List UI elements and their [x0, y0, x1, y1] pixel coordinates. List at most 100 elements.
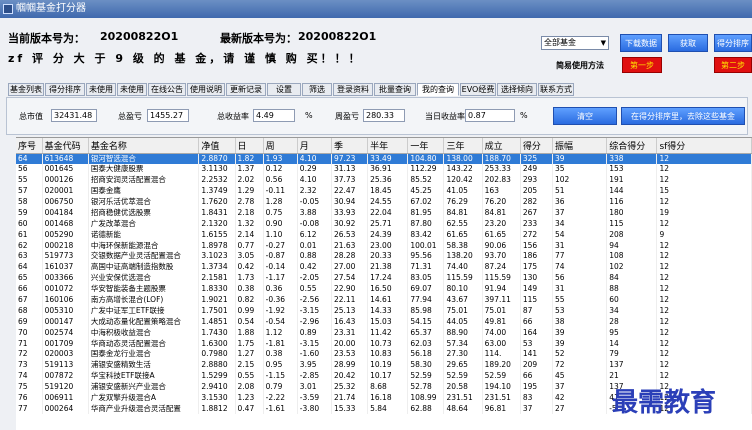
- table-row[interactable]: 58 006750 银河乐活优萃混合 1.7620 2.78 1.28 -0.05 30.94…: [16, 196, 752, 208]
- tab-score-sort[interactable]: 得分排序: [45, 83, 85, 96]
- col-amplitude[interactable]: 振幅: [552, 138, 608, 154]
- download-data-button[interactable]: 下载数据: [620, 34, 662, 52]
- table-cell: 22.47: [331, 185, 369, 197]
- table-cell: 12: [656, 174, 752, 186]
- table-cell: 138.20: [443, 251, 483, 262]
- table-cell: 12: [656, 196, 752, 208]
- table-cell: 001645: [42, 163, 89, 175]
- tab-my-query[interactable]: 我的查询: [417, 83, 459, 96]
- col-since-inception[interactable]: 成立: [482, 138, 521, 154]
- total-profit-field[interactable]: 1455.27: [147, 109, 189, 122]
- table-row[interactable]: 56 001645 国泰大健康股票 3.1130 1.37 0.12 0.29 31.13 36…: [16, 163, 752, 175]
- table-row[interactable]: 65 003366 兴业安保优选混合 2.1581 1.73 -1.17 -2.05 27.5…: [16, 272, 752, 284]
- tab-contact[interactable]: 联系方式: [538, 83, 574, 96]
- table-cell: 272: [520, 229, 553, 241]
- col-three-year[interactable]: 三年: [443, 138, 483, 154]
- col-half-year[interactable]: 半年: [367, 138, 409, 154]
- score-sort-button[interactable]: 得分排序: [714, 34, 752, 52]
- table-cell: 21: [606, 370, 658, 382]
- table-cell: 23.20: [482, 218, 521, 230]
- tab-evo[interactable]: EVO经费: [460, 83, 496, 96]
- table-cell: 14: [606, 338, 658, 350]
- fetch-button[interactable]: 获取: [668, 34, 708, 52]
- table-cell: 4.10: [297, 174, 332, 186]
- tab-fund-list[interactable]: 基金列表: [8, 83, 44, 96]
- table-cell: 2.02: [235, 174, 264, 186]
- tab-instructions[interactable]: 使用说明: [187, 83, 225, 96]
- table-cell: 71.31: [407, 261, 445, 273]
- table-cell: 77: [16, 403, 43, 415]
- total-assets-field[interactable]: 32431.48: [51, 109, 97, 122]
- table-row[interactable]: 71 001709 华商动态灵活配置混合 1.6300 1.75 -1.81 -3.15 20…: [16, 338, 752, 350]
- tab-filter[interactable]: 筛选: [302, 83, 332, 96]
- table-cell: 华商动态灵活配置混合: [88, 338, 200, 350]
- tab-update-log[interactable]: 更新记录: [226, 83, 266, 96]
- step-two-button[interactable]: 第二步: [714, 57, 752, 73]
- table-row[interactable]: 64 161037 高国中证高端制造指数股 1.3734 0.42 -0.14 0.42 27…: [16, 261, 752, 273]
- table-row[interactable]: 67 160106 南方高增长混合(LOF) 1.9021 0.82 -0.36 -2.56…: [16, 294, 752, 306]
- table-cell: 74.00: [482, 327, 521, 339]
- table-cell: -0.14: [263, 261, 298, 273]
- total-yield-field[interactable]: 4.49: [253, 109, 295, 122]
- app-icon: [3, 4, 13, 14]
- table-cell: 交银数据产业灵活配置混合: [88, 251, 200, 262]
- table-cell: 2.78: [235, 196, 264, 208]
- table-cell: 42: [552, 392, 608, 404]
- table-row[interactable]: 73 519113 浦银安盛精致生活 2.8880 2.15 0.95 3.95 28.99 1…: [16, 359, 752, 371]
- table-row[interactable]: 69 000147 大成动态量化配置策略混合 1.4851 0.54 -0.54 -2.96…: [16, 316, 752, 328]
- weekly-label: 周盈亏: [335, 112, 359, 121]
- tab-login-info[interactable]: 登录资料: [333, 83, 373, 96]
- table-row[interactable]: 59 004184 招商稳健优选股票 1.8431 2.18 0.75 3.88 33.93 2…: [16, 207, 752, 219]
- tab-unused-2[interactable]: 未使用: [117, 83, 147, 96]
- tab-settings[interactable]: 设置: [267, 83, 301, 96]
- daily-field[interactable]: 0.87: [465, 109, 515, 122]
- col-sf-score[interactable]: sf得分: [656, 138, 752, 154]
- tab-batch-query[interactable]: 批量查询: [374, 83, 416, 96]
- col-composite-score[interactable]: 综合得分: [606, 138, 658, 154]
- table-cell: 12: [656, 272, 752, 284]
- tab-online-notice[interactable]: 在线公告: [148, 83, 186, 96]
- table-cell: 53: [520, 338, 553, 350]
- table-row[interactable]: 70 002574 中海积极收益混合 1.7430 1.88 1.12 0.89 23.31 1…: [16, 327, 752, 339]
- table-cell: 338: [606, 153, 658, 164]
- table-cell: 95: [606, 327, 658, 339]
- table-cell: 52.59: [443, 370, 483, 382]
- percent-sign-2: %: [520, 111, 528, 120]
- fund-type-select[interactable]: 全部基金 ▼: [541, 36, 609, 50]
- table-row[interactable]: 60 001468 广发改革混合 2.1320 1.32 0.90 -0.08 30.92 25…: [16, 218, 752, 230]
- clear-button[interactable]: 清空: [553, 107, 617, 125]
- table-row[interactable]: 57 020001 国泰金鹰 1.3749 1.29 -0.11 2.32 22.47 18.4…: [16, 185, 752, 197]
- step-one-button[interactable]: 第一步: [622, 57, 662, 73]
- col-week[interactable]: 周: [263, 138, 298, 154]
- col-day[interactable]: 日: [235, 138, 264, 154]
- table-cell: 39: [552, 338, 608, 350]
- table-cell: 195: [520, 381, 553, 393]
- col-code[interactable]: 基金代码: [42, 138, 89, 154]
- table-row[interactable]: 74 007872 华宝科技ETF联接A 1.5299 0.55 -1.15 -2.85 20…: [16, 370, 752, 382]
- col-nav[interactable]: 净值: [198, 138, 236, 154]
- weekly-field[interactable]: 280.33: [363, 109, 405, 122]
- table-cell: 80.10: [443, 283, 483, 295]
- tab-unused-1[interactable]: 未使用: [86, 83, 116, 96]
- exclude-from-score-button[interactable]: 在得分排序里，去除这些基金: [621, 107, 745, 125]
- daily-label: 当日收益率: [425, 112, 465, 121]
- table-row[interactable]: 64 613648 银河智选混合 2.8870 1.82 1.93 4.10 97.23 33.…: [16, 153, 752, 164]
- col-index[interactable]: 序号: [16, 138, 43, 154]
- table-row[interactable]: 66 001072 华安智能装备主题股票 1.8330 0.38 0.36 0.55 22.9…: [16, 283, 752, 295]
- col-score[interactable]: 得分: [520, 138, 553, 154]
- table-row[interactable]: 68 005310 广发中证军工ETF联接 1.7501 0.99 -1.92 -3.15 2…: [16, 305, 752, 317]
- table-row[interactable]: 63 519773 交银数据产业灵活配置混合 3.1023 3.05 -0.87 0.88 2…: [16, 251, 752, 262]
- table-cell: 广发改革混合: [88, 218, 200, 230]
- col-one-year[interactable]: 一年: [407, 138, 445, 154]
- col-name[interactable]: 基金名称: [88, 138, 200, 154]
- table-row[interactable]: 55 000126 招商安润灵活配置混合 2.2532 2.02 0.56 4.10 37.7…: [16, 174, 752, 186]
- table-cell: 37.73: [331, 174, 369, 186]
- table-row[interactable]: 62 000218 中海环保新能源混合 1.8978 0.77 -0.27 0.01 21.6…: [16, 240, 752, 252]
- col-quarter[interactable]: 季: [331, 138, 369, 154]
- table-cell: 58.38: [443, 240, 483, 252]
- table-row[interactable]: 61 005290 诺德新能 1.6155 2.14 1.10 6.12 26.53 24.39…: [16, 229, 752, 241]
- table-row[interactable]: 72 020003 国泰金龙行业混合 0.7980 1.27 0.38 -1.60 23.53…: [16, 349, 752, 360]
- tab-preference[interactable]: 选择倾向: [497, 83, 537, 96]
- table-cell: 104.80: [407, 153, 445, 164]
- col-month[interactable]: 月: [297, 138, 332, 154]
